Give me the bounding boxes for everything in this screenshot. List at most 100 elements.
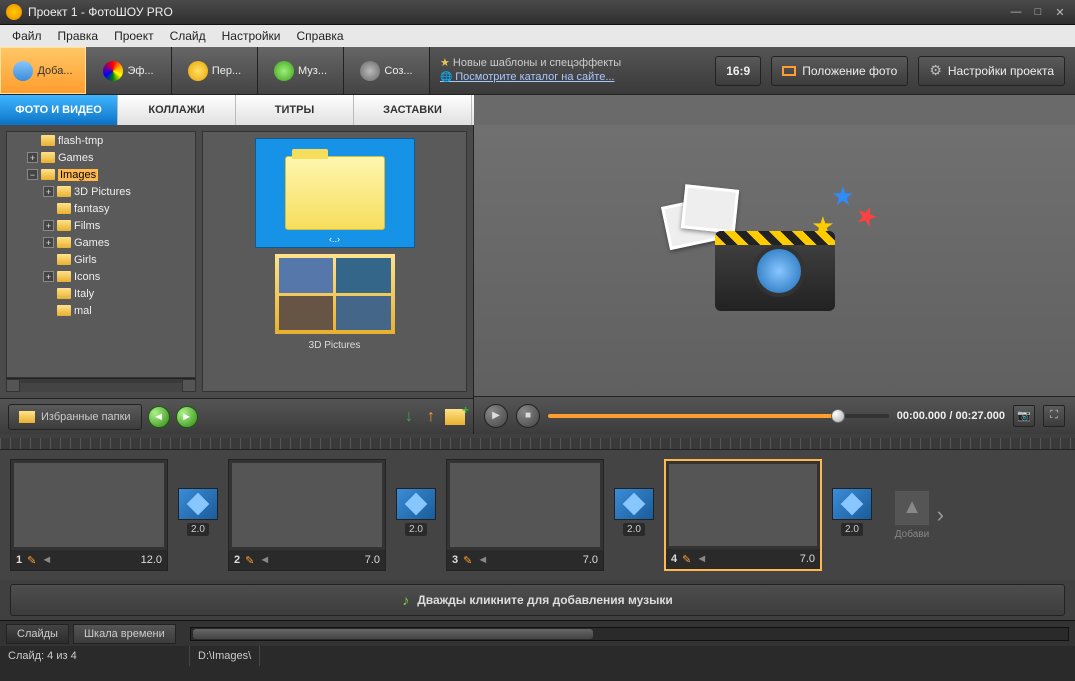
file-browser-pane: flash-tmp+Games−Images+3D Picturesfantas… (0, 125, 474, 434)
expand-icon[interactable]: + (43, 220, 54, 231)
transition-1[interactable]: 2.0 (178, 488, 218, 542)
maximize-button[interactable]: □ (1029, 5, 1047, 19)
thumbnail-up-folder[interactable]: ‹..› (255, 138, 415, 248)
play-icon[interactable]: ◄ (696, 553, 707, 565)
menu-правка[interactable]: Правка (50, 27, 107, 45)
subtab-3[interactable]: ЗАСТАВКИ (354, 95, 472, 125)
play-button[interactable] (484, 404, 508, 428)
menu-слайд[interactable]: Слайд (162, 27, 214, 45)
expand-icon[interactable]: + (43, 237, 54, 248)
add-slide-button[interactable]: ▲Добави› (882, 465, 942, 565)
menu-настройки[interactable]: Настройки (214, 27, 289, 45)
edit-icon[interactable]: ✎ (463, 554, 472, 567)
add-folder-button[interactable] (445, 409, 465, 425)
edit-icon[interactable]: ✎ (27, 554, 36, 567)
expand-icon[interactable] (43, 305, 54, 316)
menu-справка[interactable]: Справка (288, 27, 351, 45)
expand-icon[interactable] (43, 288, 54, 299)
favorite-folders-button[interactable]: Избранные папки (8, 404, 142, 430)
tips-panel: Новые шаблоны и спецэффекты Посмотрите к… (440, 56, 705, 85)
thumbnail-list[interactable]: ‹..› 3D Pictures (202, 131, 467, 392)
photo-position-button[interactable]: Положение фото (771, 56, 908, 86)
main-tab-2[interactable]: Пер... (172, 47, 258, 94)
subtab-0[interactable]: ФОТО И ВИДЕО (0, 95, 118, 125)
nav-back-button[interactable] (148, 406, 170, 428)
tab-timescale[interactable]: Шкала времени (73, 624, 176, 644)
move-up-button[interactable] (423, 407, 439, 427)
expand-icon[interactable] (43, 203, 54, 214)
tab-slides[interactable]: Слайды (6, 624, 69, 644)
tab-icon (188, 61, 208, 81)
transition-2[interactable]: 2.0 (396, 488, 436, 542)
expand-icon[interactable] (27, 135, 38, 146)
tree-item[interactable]: mal (7, 302, 195, 319)
main-tab-3[interactable]: Муз... (258, 47, 344, 94)
nav-forward-button[interactable] (176, 406, 198, 428)
tree-item[interactable]: +3D Pictures (7, 183, 195, 200)
tree-item[interactable]: +Games (7, 149, 195, 166)
expand-icon[interactable]: + (43, 271, 54, 282)
fullscreen-button[interactable]: ⛶ (1043, 405, 1065, 427)
main-tab-4[interactable]: Соз... (344, 47, 430, 94)
tree-item[interactable]: −Images (7, 166, 195, 183)
tree-item[interactable]: fantasy (7, 200, 195, 217)
tree-item[interactable]: flash-tmp (7, 132, 195, 149)
play-icon[interactable]: ◄ (259, 554, 270, 566)
tree-item[interactable]: +Icons (7, 268, 195, 285)
slide-3[interactable]: 3✎◄7.0 (446, 459, 604, 571)
folder-icon (57, 271, 71, 282)
timeline-ruler[interactable] (0, 438, 1075, 450)
project-settings-button[interactable]: Настройки проекта (918, 56, 1065, 86)
stop-button[interactable] (516, 404, 540, 428)
browser-toolbar: Избранные папки (0, 398, 473, 434)
menu-файл[interactable]: Файл (4, 27, 50, 45)
edit-icon[interactable]: ✎ (682, 553, 691, 566)
folder-icon (57, 254, 71, 265)
main-tab-0[interactable]: Доба... (0, 47, 86, 94)
folder-tree[interactable]: flash-tmp+Games−Images+3D Picturesfantas… (6, 131, 196, 392)
chevron-right-icon[interactable]: › (937, 502, 944, 528)
playback-slider[interactable] (548, 414, 889, 418)
expand-icon[interactable]: + (43, 186, 54, 197)
playback-bar: 00:00.000 / 00:27.000 📷 ⛶ (474, 396, 1075, 434)
tips-line1: Новые шаблоны и спецэффекты (440, 56, 705, 70)
subtab-2[interactable]: ТИТРЫ (236, 95, 354, 125)
expand-icon[interactable]: + (27, 152, 38, 163)
timeline-scrollbar[interactable] (190, 627, 1069, 641)
sub-tab-bar: ФОТО И ВИДЕОКОЛЛАЖИТИТРЫЗАСТАВКИ (0, 95, 474, 125)
menu-проект[interactable]: Проект (106, 27, 162, 45)
expand-icon[interactable] (43, 254, 54, 265)
slide-2[interactable]: 2✎◄7.0 (228, 459, 386, 571)
thumbnail-folder[interactable] (275, 254, 395, 334)
timeline-tabs: Слайды Шкала времени (0, 620, 1075, 646)
slides-row[interactable]: 1✎◄12.02.02✎◄7.02.03✎◄7.02.04✎◄7.02.0▲До… (0, 450, 1075, 580)
expand-icon[interactable]: − (27, 169, 38, 180)
preview-pane: ★★★ 00:00.000 / 00:27.000 📷 ⛶ (474, 125, 1075, 434)
transition-4[interactable]: 2.0 (832, 488, 872, 542)
edit-icon[interactable]: ✎ (245, 554, 254, 567)
minimize-button[interactable]: — (1007, 5, 1025, 19)
folder-icon (57, 203, 71, 214)
tree-item[interactable]: +Games (7, 234, 195, 251)
play-icon[interactable]: ◄ (41, 554, 52, 566)
tips-link[interactable]: Посмотрите каталог на сайте... (440, 70, 705, 85)
music-note-icon: ♪ (402, 592, 409, 608)
folder-icon (19, 411, 35, 423)
tree-hscrollbar[interactable] (6, 378, 196, 392)
folder-icon (57, 305, 71, 316)
slide-1[interactable]: 1✎◄12.0 (10, 459, 168, 571)
subtab-1[interactable]: КОЛЛАЖИ (118, 95, 236, 125)
aspect-ratio-button[interactable]: 16:9 (715, 56, 761, 86)
tree-item[interactable]: +Films (7, 217, 195, 234)
main-tab-1[interactable]: Эф... (86, 47, 172, 94)
slide-4[interactable]: 4✎◄7.0 (664, 459, 822, 571)
close-button[interactable]: ✕ (1051, 5, 1069, 19)
snapshot-button[interactable]: 📷 (1013, 405, 1035, 427)
transition-3[interactable]: 2.0 (614, 488, 654, 542)
move-down-button[interactable] (401, 407, 417, 427)
tree-item[interactable]: Girls (7, 251, 195, 268)
tree-item[interactable]: Italy (7, 285, 195, 302)
status-slide: Слайд: 4 из 4 (0, 646, 190, 666)
play-icon[interactable]: ◄ (477, 554, 488, 566)
music-track[interactable]: ♪ Дважды кликните для добавления музыки (10, 584, 1065, 616)
